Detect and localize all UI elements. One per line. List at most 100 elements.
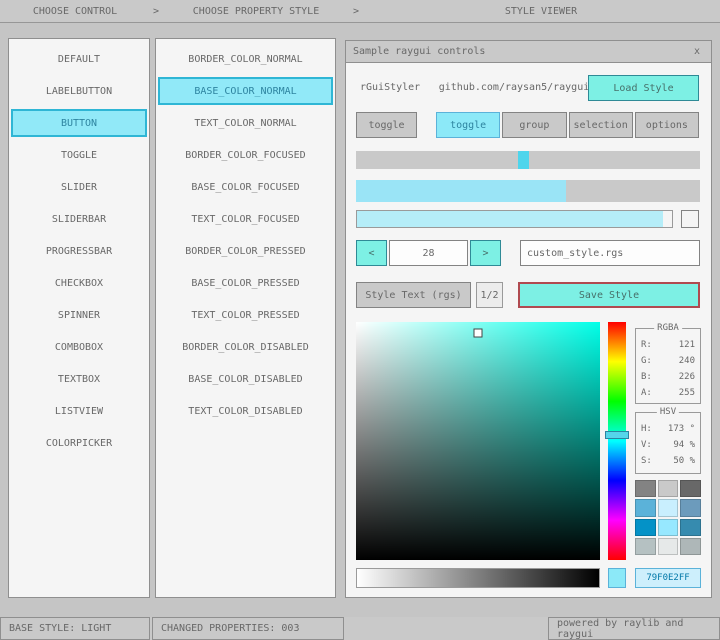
- window-body: rGuiStyler github.com/raysan5/raygui Loa…: [346, 63, 711, 597]
- palette-cell-2[interactable]: [680, 480, 701, 498]
- palette-cell-1[interactable]: [657, 480, 679, 498]
- status-spacer: [344, 617, 548, 640]
- property-item-border_color_focused[interactable]: BORDER_COLOR_FOCUSED: [158, 141, 333, 169]
- property-item-text_color_disabled[interactable]: TEXT_COLOR_DISABLED: [158, 397, 333, 425]
- control-item-slider[interactable]: SLIDER: [11, 173, 147, 201]
- palette-cell-4[interactable]: [657, 499, 679, 517]
- control-item-colorpicker[interactable]: COLORPICKER: [11, 429, 147, 457]
- property-item-text_color_focused[interactable]: TEXT_COLOR_FOCUSED: [158, 205, 333, 233]
- palette-cell-3[interactable]: [635, 499, 656, 517]
- control-item-combobox[interactable]: COMBOBOX: [11, 333, 147, 361]
- hsv-box: HSV H: 173 ° V: 94 % S: 50 %: [635, 407, 701, 474]
- app-root: CHOOSE CONTROL > CHOOSE PROPERTY STYLE >…: [0, 0, 720, 640]
- slider[interactable]: [356, 151, 700, 169]
- control-item-checkbox[interactable]: CHECKBOX: [11, 269, 147, 297]
- palette-cell-9[interactable]: [635, 537, 656, 555]
- rgba-rows: R: 121 G: 240 B: 226 A: 255: [636, 329, 700, 401]
- control-item-spinner[interactable]: SPINNER: [11, 301, 147, 329]
- status-credits: powered by raylib and raygui: [548, 617, 720, 640]
- window-title: Sample raygui controls: [353, 46, 486, 57]
- status-base-style: BASE STYLE: LIGHT: [0, 617, 150, 640]
- property-item-base_color_disabled[interactable]: BASE_COLOR_DISABLED: [158, 365, 333, 393]
- breadcrumb-choose-control: CHOOSE CONTROL: [32, 5, 118, 17]
- value-row: R: 121: [641, 340, 695, 350]
- status-changed-properties: CHANGED PROPERTIES: 003: [152, 617, 344, 640]
- hue-handle[interactable]: [605, 431, 629, 440]
- filename-input[interactable]: custom_style.rgs: [520, 240, 700, 266]
- control-item-progressbar[interactable]: PROGRESSBAR: [11, 237, 147, 265]
- spinner-value[interactable]: 28: [389, 240, 468, 266]
- slider-bar-fill: [357, 211, 663, 227]
- value-row: G: 240: [641, 356, 695, 366]
- property-item-border_color_disabled[interactable]: BORDER_COLOR_DISABLED: [158, 333, 333, 361]
- toggle-group: toggle group selection options: [436, 112, 699, 138]
- toggle-group-options[interactable]: options: [634, 112, 699, 138]
- breadcrumb-style-viewer: STYLE VIEWER: [504, 5, 578, 17]
- hsv-rows: H: 173 ° V: 94 % S: 50 %: [636, 413, 700, 469]
- control-item-sliderbar[interactable]: SLIDERBAR: [11, 205, 147, 233]
- chevron-icon: >: [352, 5, 360, 17]
- repo-link[interactable]: github.com/raysan5/raygui: [434, 82, 594, 93]
- style-viewer-window: Sample raygui controls x rGuiStyler gith…: [345, 40, 712, 598]
- progress-fill: [356, 180, 566, 202]
- property-item-base_color_pressed[interactable]: BASE_COLOR_PRESSED: [158, 269, 333, 297]
- property-item-text_color_pressed[interactable]: TEXT_COLOR_PRESSED: [158, 301, 333, 329]
- spinner-decrement-button[interactable]: <: [356, 240, 387, 266]
- sv-marker[interactable]: [473, 328, 483, 338]
- property-item-border_color_normal[interactable]: BORDER_COLOR_NORMAL: [158, 45, 333, 73]
- rgba-box: RGBA R: 121 G: 240 B: 226 A: 255: [635, 323, 701, 404]
- hue-bar[interactable]: [605, 322, 629, 560]
- spinner-increment-button[interactable]: >: [470, 240, 501, 266]
- palette-cell-7[interactable]: [657, 518, 679, 536]
- hex-value-box[interactable]: 79F0E2FF: [635, 568, 701, 588]
- status-bar: BASE STYLE: LIGHT CHANGED PROPERTIES: 00…: [0, 617, 720, 640]
- grayscale-bar[interactable]: [356, 568, 600, 588]
- chevron-icon: >: [152, 5, 160, 17]
- palette-cell-11[interactable]: [680, 537, 701, 555]
- properties-list: BORDER_COLOR_NORMAL BASE_COLOR_NORMAL TEXT…: [155, 38, 336, 598]
- value-row: H: 173 °: [641, 424, 695, 434]
- style-palette: [635, 480, 701, 555]
- value-row: S: 50 %: [641, 456, 695, 466]
- checkbox[interactable]: [681, 210, 699, 228]
- controls-list: DEFAULT LABELBUTTON BUTTON TOGGLE SLIDER SLID…: [8, 38, 150, 598]
- toggle-button[interactable]: toggle: [356, 112, 417, 138]
- page-toggle-button[interactable]: 1/2: [476, 282, 503, 308]
- property-item-text_color_normal[interactable]: TEXT_COLOR_NORMAL: [158, 109, 333, 137]
- app-name-label: rGuiStyler: [360, 82, 421, 93]
- control-item-textbox[interactable]: TEXTBOX: [11, 365, 147, 393]
- progress-bar: [356, 180, 700, 202]
- breadcrumb-choose-property-style: CHOOSE PROPERTY STYLE: [192, 5, 320, 17]
- control-item-default[interactable]: DEFAULT: [11, 45, 147, 73]
- load-style-button[interactable]: Load Style: [588, 75, 699, 101]
- value-row: V: 94 %: [641, 440, 695, 450]
- top-toolbar: CHOOSE CONTROL > CHOOSE PROPERTY STYLE >…: [0, 0, 720, 23]
- palette-cell-6[interactable]: [635, 518, 656, 536]
- sv-square[interactable]: [356, 322, 600, 560]
- palette-cell-0[interactable]: [635, 480, 656, 498]
- control-item-toggle[interactable]: TOGGLE: [11, 141, 147, 169]
- current-color-swatch: [608, 568, 626, 588]
- slider-handle[interactable]: [517, 151, 529, 169]
- palette-cell-5[interactable]: [680, 499, 701, 517]
- control-item-button[interactable]: BUTTON: [11, 109, 147, 137]
- window-titlebar[interactable]: Sample raygui controls x: [346, 41, 711, 63]
- save-style-button[interactable]: Save Style: [518, 282, 700, 308]
- toggle-group-group[interactable]: group: [502, 112, 567, 138]
- slider-bar[interactable]: [356, 210, 673, 228]
- toggle-group-toggle[interactable]: toggle: [436, 112, 501, 138]
- style-text-button[interactable]: Style Text (rgs): [356, 282, 471, 308]
- control-item-labelbutton[interactable]: LABELBUTTON: [11, 77, 147, 105]
- palette-cell-10[interactable]: [657, 537, 679, 555]
- value-row: A: 255: [641, 388, 695, 398]
- property-item-base_color_focused[interactable]: BASE_COLOR_FOCUSED: [158, 173, 333, 201]
- hsv-title: HSV: [656, 407, 680, 417]
- value-row: B: 226: [641, 372, 695, 382]
- control-item-listview[interactable]: LISTVIEW: [11, 397, 147, 425]
- close-icon[interactable]: x: [690, 46, 704, 57]
- rgba-title: RGBA: [654, 323, 682, 333]
- palette-cell-8[interactable]: [680, 518, 701, 536]
- toggle-group-selection[interactable]: selection: [568, 112, 633, 138]
- property-item-base_color_normal[interactable]: BASE_COLOR_NORMAL: [158, 77, 333, 105]
- property-item-border_color_pressed[interactable]: BORDER_COLOR_PRESSED: [158, 237, 333, 265]
